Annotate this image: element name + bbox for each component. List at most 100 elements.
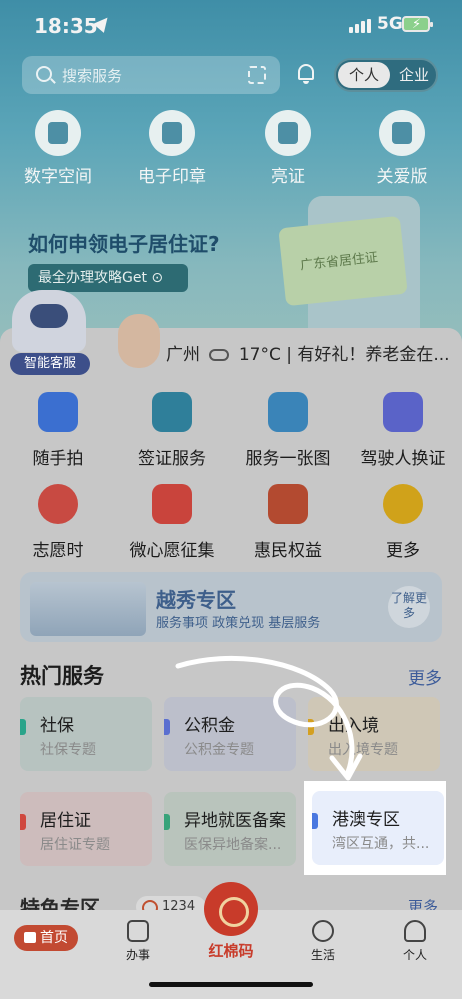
card-accent <box>164 719 170 735</box>
card-accent <box>20 814 26 830</box>
quick-action-label: 亮证 <box>271 167 305 187</box>
banner-guide-button[interactable]: 最全办理攻略Get ⊙ <box>28 264 188 292</box>
quick-action-digital-space[interactable]: 数字空间 <box>8 110 108 187</box>
district-banner[interactable]: 越秀专区 服务事项 政策兑现 基层服务 了解更多 <box>20 572 442 642</box>
service-label: 签证服务 <box>138 449 206 469</box>
user-icon <box>404 920 426 942</box>
service-label: 随手拍 <box>32 449 84 469</box>
quick-action-label: 关爱版 <box>376 167 428 187</box>
signal-icon <box>349 19 371 33</box>
highlighted-card-frame: 港澳专区 湾区互通，共... <box>304 781 446 875</box>
license-icon <box>383 392 423 432</box>
rabbit-mascot-icon <box>118 314 160 368</box>
status-time: 18:35 <box>34 14 98 38</box>
service-label: 驾驶人换证 <box>360 449 446 469</box>
card-title: 港澳专区 <box>332 810 400 830</box>
tab-center-label[interactable]: 红棉码 <box>204 940 258 961</box>
card-subtitle: 医保异地备案... <box>184 837 282 853</box>
skyline-illustration <box>30 582 146 636</box>
passport-icon <box>152 392 192 432</box>
tab-life[interactable]: 生活 <box>293 920 353 963</box>
wish-icon <box>152 484 192 524</box>
search-placeholder: 搜索服务 <box>62 67 123 85</box>
id-card-icon <box>265 110 311 156</box>
bell-icon[interactable] <box>296 62 316 84</box>
quick-action-seal[interactable]: 电子印章 <box>122 110 222 187</box>
service-label: 惠民权益 <box>254 541 322 561</box>
network-type: 5G <box>377 14 403 34</box>
hot-card-hk-macau[interactable]: 港澳专区 湾区互通，共... <box>312 791 444 865</box>
district-title: 越秀专区 <box>156 588 236 612</box>
card-accent <box>308 719 314 735</box>
hot-card-immigration[interactable]: 出入境 出入境专题 <box>308 697 440 771</box>
quick-action-label: 电子印章 <box>138 167 206 187</box>
card-title: 公积金 <box>184 716 235 736</box>
account-type-toggle[interactable]: 个人 企业 <box>334 58 438 92</box>
card-subtitle: 出入境专题 <box>328 742 398 758</box>
assistant-label[interactable]: 智能客服 <box>10 353 90 375</box>
status-bar: 18:35 5G ⚡ <box>0 0 462 52</box>
volunteer-icon <box>38 484 78 524</box>
care-icon <box>379 110 425 156</box>
district-more-button[interactable]: 了解更多 <box>388 586 430 628</box>
hot-card-residence-permit[interactable]: 居住证 居住证专题 <box>20 792 152 866</box>
quick-action-id[interactable]: 亮证 <box>238 110 338 187</box>
hot-card-social-security[interactable]: 社保 社保专题 <box>20 697 152 771</box>
cloud-icon <box>209 349 230 361</box>
weather-temp: 17°C <box>238 345 281 365</box>
search-icon <box>36 66 52 82</box>
service-more[interactable]: 更多 <box>347 484 459 561</box>
service-volunteer[interactable]: 志愿时 <box>2 484 114 561</box>
tab-profile[interactable]: 个人 <box>385 920 445 963</box>
service-wish[interactable]: 微心愿征集 <box>116 484 228 561</box>
hot-card-remote-medical[interactable]: 异地就医备案 医保异地备案... <box>164 792 296 866</box>
card-title: 社保 <box>40 716 74 736</box>
card-subtitle: 湾区互通，共... <box>332 836 430 852</box>
quick-action-label: 数字空间 <box>24 167 92 187</box>
service-snapshot[interactable]: 随手拍 <box>2 392 114 469</box>
battery-icon: ⚡ <box>402 16 433 32</box>
service-benefits[interactable]: 惠民权益 <box>232 484 344 561</box>
service-map[interactable]: 服务一张图 <box>232 392 344 469</box>
weather-city: 广州 <box>166 345 200 365</box>
service-visa[interactable]: 签证服务 <box>116 392 228 469</box>
weather-notice[interactable]: 广州 17°C | 有好礼！养老金在... <box>166 340 450 365</box>
service-driver-license[interactable]: 驾驶人换证 <box>347 392 459 469</box>
quick-action-care[interactable]: 关爱版 <box>352 110 452 187</box>
assistant-mascot-icon[interactable] <box>12 290 86 352</box>
service-label: 服务一张图 <box>245 449 331 469</box>
map-icon <box>268 392 308 432</box>
card-title: 居住证 <box>40 811 91 831</box>
service-label: 微心愿征集 <box>129 541 215 561</box>
toggle-personal[interactable]: 个人 <box>338 62 390 88</box>
card-title: 出入境 <box>328 716 379 736</box>
banner-title[interactable]: 如何申领电子居住证? <box>28 228 220 257</box>
checklist-icon <box>127 920 149 942</box>
benefits-icon <box>268 484 308 524</box>
tab-home[interactable]: 首页 <box>14 925 78 951</box>
compass-icon <box>312 920 334 942</box>
card-subtitle: 公积金专题 <box>184 742 254 758</box>
scan-icon[interactable] <box>248 66 266 84</box>
tab-tasks[interactable]: 办事 <box>108 920 168 963</box>
home-indicator <box>149 982 313 987</box>
search-input[interactable]: 搜索服务 <box>22 56 280 94</box>
red-kapok-logo-icon[interactable] <box>204 882 258 936</box>
hot-card-housing-fund[interactable]: 公积金 公积金专题 <box>164 697 296 771</box>
digital-space-icon <box>35 110 81 156</box>
camera-icon <box>38 392 78 432</box>
residence-card-illustration: 广东省居住证 <box>278 215 408 307</box>
card-subtitle: 社保专题 <box>40 742 96 758</box>
service-label: 更多 <box>386 541 420 561</box>
app-screen: 广东省居住证 18:35 5G ⚡ 搜索服务 个人 企业 数字空间 电子印章 亮… <box>0 0 462 999</box>
service-label: 志愿时 <box>32 541 84 561</box>
seal-icon <box>149 110 195 156</box>
notice-text: | 有好礼！养老金在... <box>286 345 450 365</box>
hot-services-title: 热门服务 <box>20 664 104 688</box>
card-accent <box>164 814 170 830</box>
toggle-business[interactable]: 企业 <box>392 62 436 88</box>
more-dots-icon <box>383 484 423 524</box>
tab-label: 办事 <box>125 948 150 962</box>
card-accent <box>312 813 318 829</box>
hot-services-more-link[interactable]: 更多 <box>408 664 442 689</box>
